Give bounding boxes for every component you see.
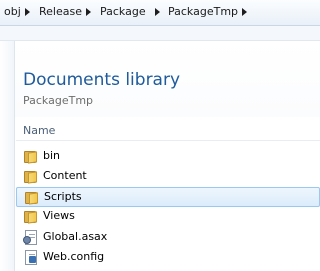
list-item-scripts[interactable]: Scripts [16, 187, 320, 207]
library-subtitle: PackageTmp [23, 94, 94, 107]
breadcrumb-arrow-icon[interactable] [241, 0, 249, 24]
folder-icon [24, 210, 37, 224]
breadcrumb-arrow-icon[interactable] [85, 0, 93, 24]
folder-icon [25, 191, 38, 205]
breadcrumb-package[interactable]: Package [100, 0, 146, 24]
breadcrumb-packagetmp[interactable]: PackageTmp [168, 0, 238, 24]
column-header-name[interactable]: Name [23, 124, 55, 137]
list-item-global-asax[interactable]: Global.asax [16, 228, 320, 248]
toolbar [0, 26, 320, 41]
list-item-label: Content [43, 169, 87, 182]
breadcrumb-release[interactable]: Release [39, 0, 82, 24]
breadcrumb-obj[interactable]: obj [4, 0, 21, 24]
config-file-icon [25, 250, 37, 265]
list-item-bin[interactable]: bin [16, 147, 320, 167]
list-item-label: Views [43, 209, 75, 222]
breadcrumb-arrow-icon[interactable] [154, 0, 162, 24]
navigation-pane[interactable] [0, 41, 15, 271]
asax-file-icon [23, 230, 37, 245]
breadcrumb-arrow-icon[interactable] [24, 0, 32, 24]
address-bar[interactable]: obj Release Package PackageTmp [0, 0, 320, 26]
list-item-label: bin [43, 149, 61, 162]
column-divider [16, 140, 320, 141]
folder-icon [24, 150, 37, 164]
list-item-label: Web.config [43, 250, 105, 263]
list-item-label: Global.asax [43, 230, 108, 243]
list-item-views[interactable]: Views [16, 207, 320, 227]
library-title: Documents library [23, 70, 181, 90]
folder-icon [24, 170, 37, 184]
list-item-content[interactable]: Content [16, 167, 320, 187]
list-item-web-config[interactable]: Web.config [16, 248, 320, 268]
list-item-label: Scripts [44, 190, 82, 203]
